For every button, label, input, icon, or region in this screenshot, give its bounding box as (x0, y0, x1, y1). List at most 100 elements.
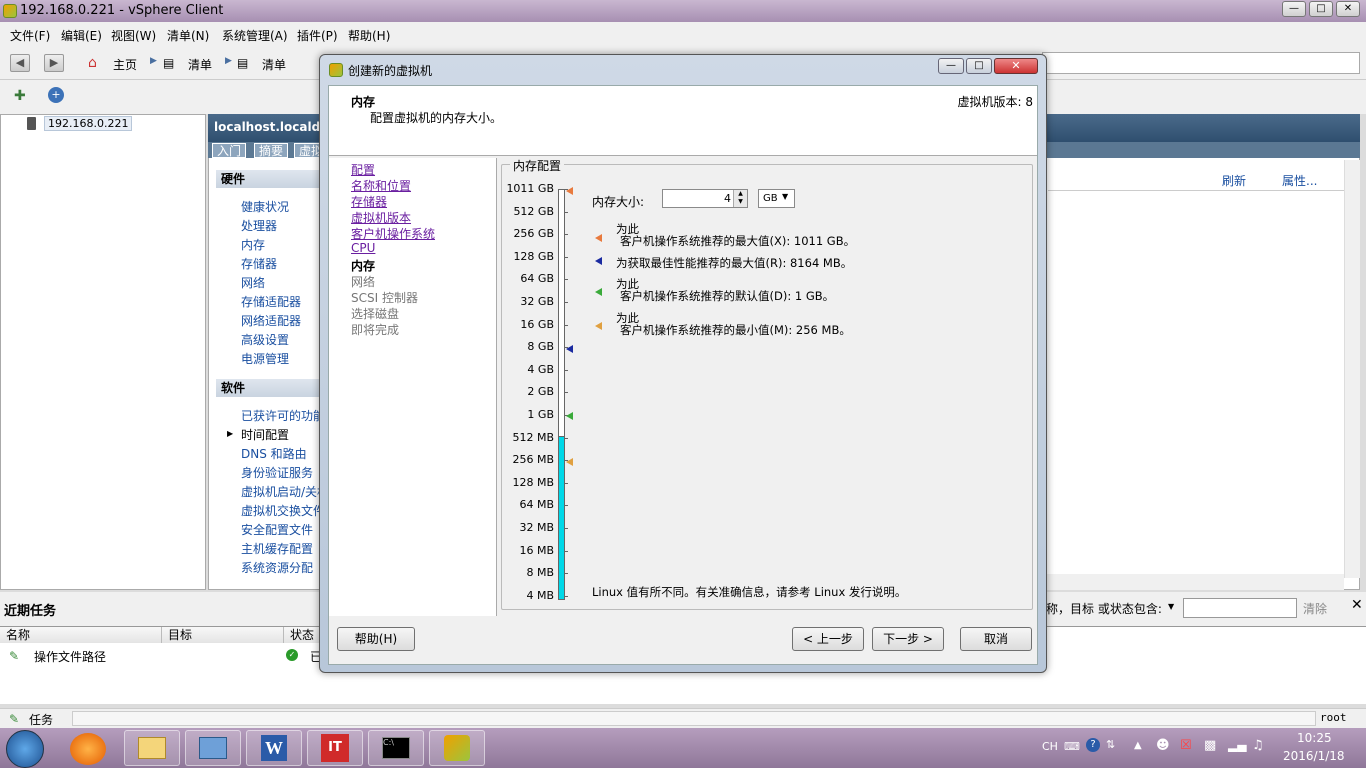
browser-icon[interactable] (70, 733, 106, 765)
status-field (72, 711, 1316, 726)
sw-security[interactable]: 安全配置文件 (241, 521, 313, 538)
tree-host-node[interactable]: 192.168.0.221 (44, 116, 133, 131)
breadcrumb-home[interactable]: 主页 (113, 56, 137, 73)
menu-inventory[interactable]: 清单(N) (167, 27, 209, 44)
chevron-down-icon[interactable]: ▼ (1168, 602, 1174, 611)
scale-tick (565, 482, 568, 484)
new-resource-pool-icon[interactable]: + (48, 87, 64, 103)
help-icon[interactable]: ? (1086, 738, 1100, 752)
network-error-icon[interactable]: ☒ (1180, 738, 1192, 753)
step-vm-version[interactable]: 虚拟机版本 (351, 209, 411, 226)
device-icon[interactable]: ▩ (1204, 738, 1216, 753)
menu-file[interactable]: 文件(F) (10, 27, 50, 44)
maximize-icon[interactable]: □ (1309, 1, 1333, 17)
menu-view[interactable]: 视图(W) (111, 27, 156, 44)
sw-host-cache[interactable]: 主机缓存配置 (241, 540, 313, 557)
page-title: 内存 (351, 95, 376, 109)
filter-input[interactable] (1183, 598, 1297, 618)
step-config[interactable]: 配置 (351, 161, 375, 178)
close-icon[interactable]: ✕ (1351, 597, 1363, 613)
close-icon[interactable]: ✕ (1336, 1, 1360, 17)
tray-expand-icon[interactable]: ⇅ (1106, 738, 1115, 751)
menu-admin[interactable]: 系统管理(A) (222, 27, 288, 44)
hw-network[interactable]: 网络 (241, 274, 265, 291)
col-target[interactable]: 目标 (162, 627, 284, 643)
sw-swap[interactable]: 虚拟机交换文件 (241, 502, 325, 519)
col-status[interactable]: 状态 (284, 627, 324, 643)
address-field[interactable] (1042, 52, 1360, 74)
minimize-icon[interactable]: — (938, 58, 964, 74)
scale-label: 32 GB (520, 295, 554, 308)
start-button[interactable] (6, 730, 44, 768)
task-icon: ✎ (9, 649, 20, 663)
memory-stepper[interactable]: ▲ ▼ (733, 190, 747, 207)
page-subtitle: 配置虚拟机的内存大小。 (370, 111, 503, 125)
step-guest-os[interactable]: 客户机操作系统 (351, 225, 435, 242)
next-button[interactable]: 下一步 > (872, 627, 944, 651)
tab-summary[interactable]: 摘要 (254, 143, 289, 158)
clear-button[interactable]: 清除 (1303, 600, 1327, 617)
sw-licensed[interactable]: 已获许可的功能 (241, 407, 325, 424)
qq-icon[interactable]: ☻ (1156, 738, 1170, 753)
signal-icon[interactable]: ▂▄ (1228, 738, 1246, 752)
refresh-link[interactable]: 刷新 (1222, 172, 1246, 189)
col-name[interactable]: 名称 (0, 627, 162, 643)
back-arrow-icon[interactable]: ◀ (10, 54, 30, 72)
properties-link[interactable]: 属性... (1282, 172, 1317, 189)
task-name[interactable]: 操作文件路径 (34, 648, 106, 665)
memory-config-group: 内存配置 1011 GB 512 GB 256 GB 128 GB 64 GB 32 GB… (501, 157, 1033, 610)
scale-label: 64 MB (519, 498, 554, 512)
scale-tick (565, 279, 568, 281)
clock-date[interactable]: 2016/1/18 (1283, 749, 1345, 763)
cancel-button[interactable]: 取消 (960, 627, 1032, 651)
word-icon[interactable]: W (246, 730, 302, 766)
breadcrumb-inventory[interactable]: 清单 (188, 56, 212, 73)
hw-health[interactable]: 健康状况 (241, 198, 289, 215)
hw-network-adapters[interactable]: 网络适配器 (241, 312, 301, 329)
sw-time-config[interactable]: 时间配置 (241, 426, 289, 443)
chevron-up-icon[interactable]: ▲ (1134, 740, 1142, 751)
keyboard-icon[interactable]: ⌨ (1064, 740, 1080, 753)
close-icon[interactable]: ✕ (994, 58, 1038, 74)
maximize-icon[interactable]: □ (966, 58, 992, 74)
sw-auth[interactable]: 身份验证服务 (241, 464, 313, 481)
horizontal-scrollbar[interactable] (1020, 574, 1344, 590)
help-button[interactable]: 帮助(H) (337, 627, 415, 651)
new-vm-icon[interactable]: ✚ (14, 88, 26, 104)
tab-getting-started[interactable]: 入门 (212, 143, 247, 158)
volume-icon[interactable]: ♫ (1252, 738, 1264, 753)
clock-time[interactable]: 10:25 (1297, 731, 1332, 745)
vsphere-taskbar-icon[interactable] (429, 730, 485, 766)
sw-vm-startup[interactable]: 虚拟机启动/关机 (241, 483, 329, 500)
breadcrumb-inventory-2[interactable]: 清单 (262, 56, 286, 73)
step-cpu[interactable]: CPU (351, 241, 375, 255)
tasks-button[interactable]: 任务 (29, 711, 53, 728)
menu-help[interactable]: 帮助(H) (348, 27, 390, 44)
hw-storage-adapters[interactable]: 存储适配器 (241, 293, 301, 310)
sw-resource-alloc[interactable]: 系统资源分配 (241, 559, 313, 576)
it-app-icon[interactable]: IT (307, 730, 363, 766)
menu-bar: 文件(F) 编辑(E) 视图(W) 清单(N) 系统管理(A) 插件(P) 帮助… (0, 22, 1366, 46)
vertical-scrollbar[interactable] (1344, 160, 1360, 578)
minimize-icon[interactable]: — (1282, 1, 1306, 17)
hw-power[interactable]: 电源管理 (241, 350, 289, 367)
hw-processor[interactable]: 处理器 (241, 217, 277, 234)
hw-memory[interactable]: 内存 (241, 236, 265, 253)
control-panel-icon[interactable] (185, 730, 241, 766)
back-button[interactable]: < 上一步 (792, 627, 864, 651)
chevron-down-icon[interactable]: ▼ (782, 192, 788, 201)
ime-indicator[interactable]: CH (1042, 740, 1058, 753)
forward-arrow-icon[interactable]: ▶ (44, 54, 64, 72)
sw-dns[interactable]: DNS 和路由 (241, 445, 307, 462)
menu-edit[interactable]: 编辑(E) (61, 27, 102, 44)
cmd-icon[interactable]: C:\ (368, 730, 424, 766)
scale-tick (565, 528, 568, 529)
home-icon[interactable]: ⌂ (88, 55, 97, 71)
menu-plugins[interactable]: 插件(P) (297, 27, 338, 44)
memory-unit-select[interactable]: GB (758, 189, 795, 208)
explorer-icon[interactable] (124, 730, 180, 766)
step-name-location[interactable]: 名称和位置 (351, 177, 411, 194)
hw-storage[interactable]: 存储器 (241, 255, 277, 272)
hw-advanced[interactable]: 高级设置 (241, 331, 289, 348)
step-storage[interactable]: 存储器 (351, 193, 387, 210)
